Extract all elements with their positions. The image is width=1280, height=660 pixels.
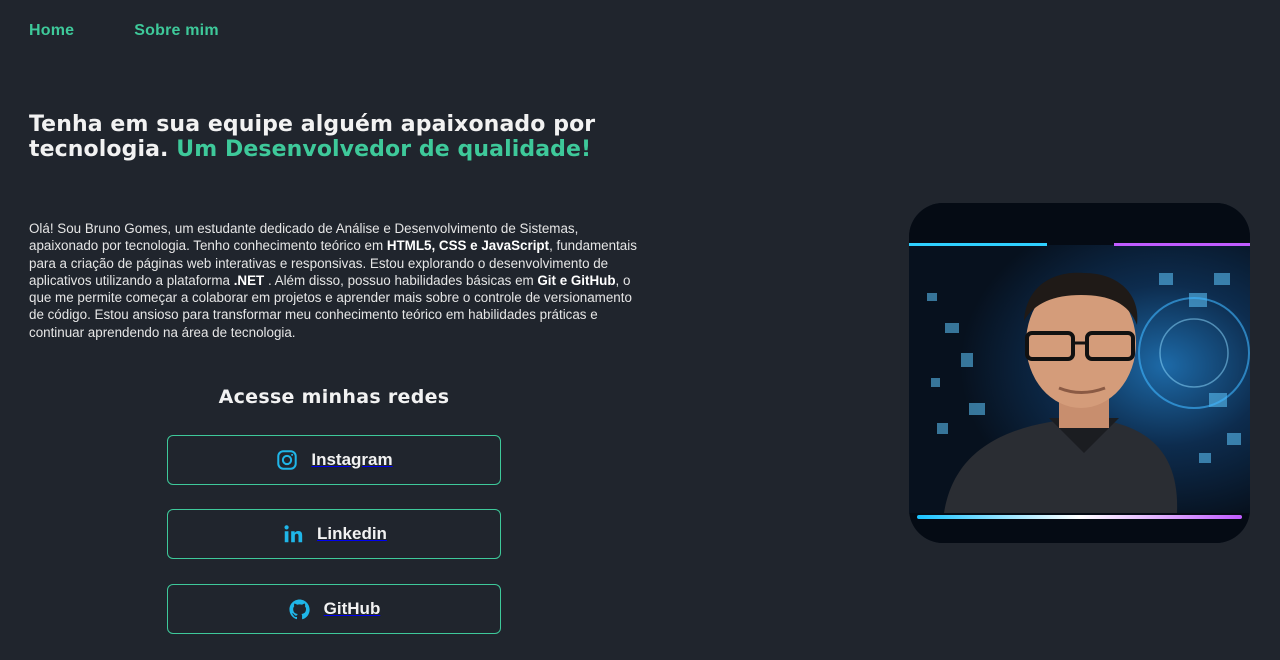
hero-headline: Tenha em sua equipe alguém apaixonado po… bbox=[29, 112, 629, 162]
instagram-icon bbox=[275, 448, 299, 472]
github-button[interactable]: GitHub bbox=[167, 584, 501, 634]
bio-highlight: HTML5, CSS e JavaScript bbox=[386, 238, 550, 254]
top-nav: Home Sobre mim bbox=[29, 22, 219, 40]
bio-text: . Além disso, possuo habilidades básicas… bbox=[264, 272, 538, 288]
github-label: GitHub bbox=[323, 599, 381, 618]
instagram-button[interactable]: Instagram bbox=[167, 435, 501, 485]
headline-accent: Um Desenvolvedor de qualidade! bbox=[176, 137, 592, 162]
instagram-label: Instagram bbox=[311, 450, 393, 469]
profile-photo bbox=[909, 203, 1250, 543]
bio-highlight: .NET bbox=[233, 272, 265, 288]
linkedin-button[interactable]: Linkedin bbox=[167, 509, 501, 559]
nav-home-link[interactable]: Home bbox=[29, 22, 74, 40]
github-icon bbox=[288, 597, 312, 621]
bio-paragraph: Olá! Sou Bruno Gomes, um estudante dedic… bbox=[29, 220, 639, 341]
bio-highlight: Git e GitHub bbox=[537, 272, 616, 288]
linkedin-icon bbox=[281, 522, 305, 546]
social-section-title: Acesse minhas redes bbox=[218, 386, 450, 408]
nav-about-link[interactable]: Sobre mim bbox=[134, 22, 219, 40]
linkedin-label: Linkedin bbox=[317, 524, 387, 543]
